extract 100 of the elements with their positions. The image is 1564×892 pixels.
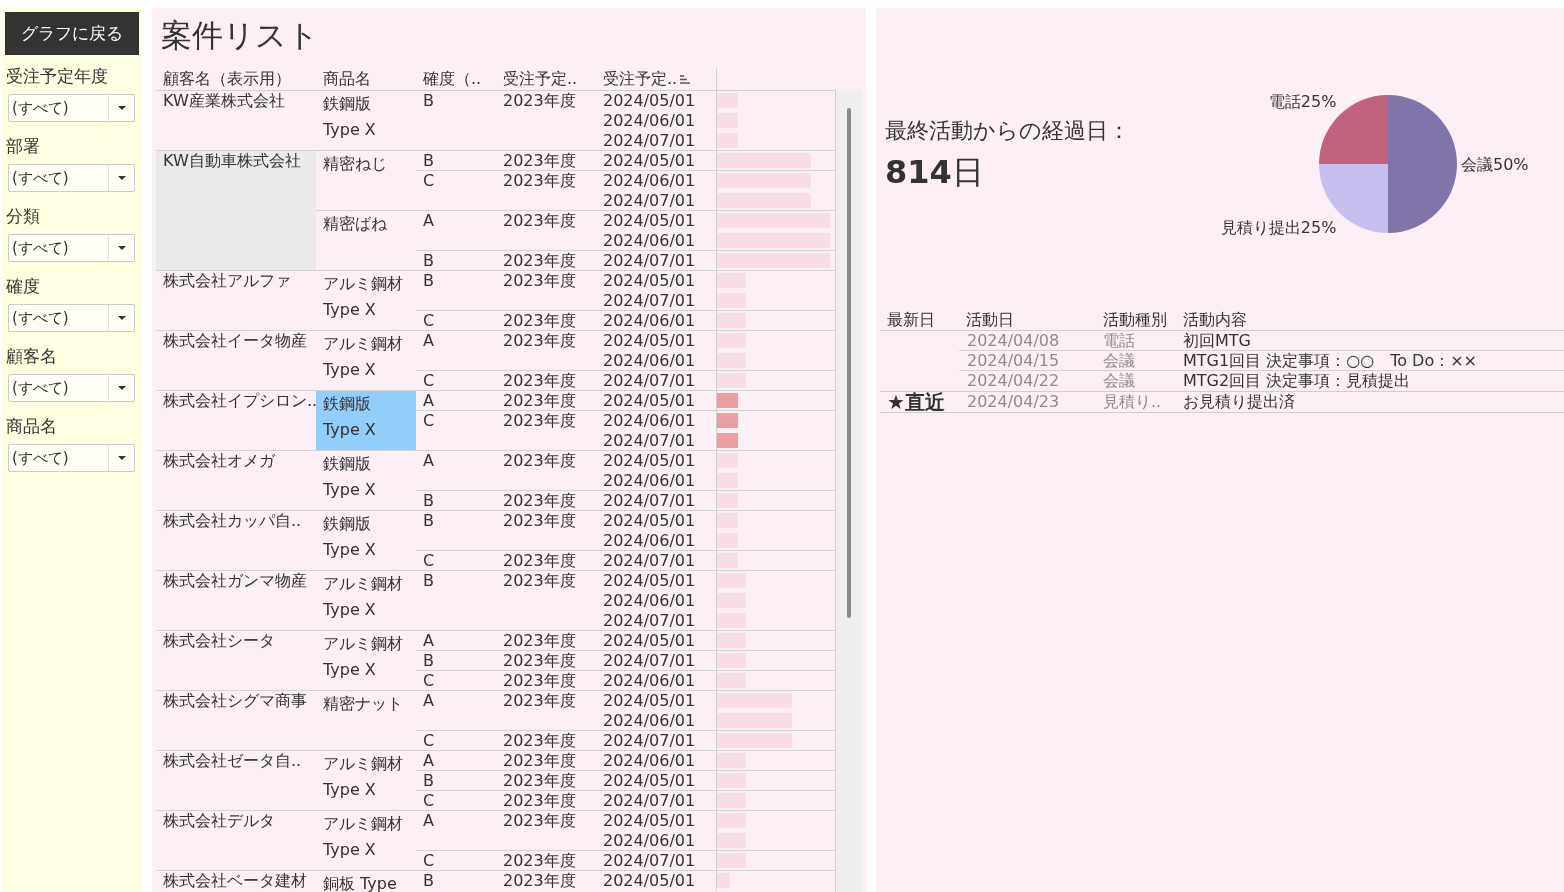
filter-dropdown[interactable]: (すべて) (8, 94, 135, 122)
order-date: 2024/07/01 (603, 251, 696, 270)
certainty-grade: C (423, 671, 435, 690)
certainty-grade: A (423, 331, 434, 350)
activity-date: 2024/04/08 (967, 331, 1060, 350)
order-date: 2024/05/01 (603, 571, 696, 590)
fiscal-year: 2023年度 (503, 751, 576, 770)
certainty-grade: A (423, 631, 434, 650)
activity-type: 電話 (1103, 331, 1135, 350)
certainty-grade: C (423, 311, 435, 330)
fiscal-year: 2023年度 (503, 311, 576, 330)
slice-label: 電話 (1268, 91, 1301, 111)
fiscal-year: 2023年度 (503, 871, 576, 890)
activity-type: 会議 (1103, 371, 1135, 390)
order-date: 2024/06/01 (603, 111, 696, 130)
filter-dropdown[interactable]: (すべて) (8, 444, 135, 472)
customer-name: 株式会社イータ物産 (163, 331, 307, 350)
order-date: 2024/05/01 (603, 451, 696, 470)
customer-name: 株式会社シータ (163, 631, 275, 650)
product-name: アルミ鋼材 Type X (323, 334, 403, 379)
filter-dropdown[interactable]: (すべて) (8, 164, 135, 192)
certainty-grade: B (423, 251, 434, 270)
order-date: 2024/07/01 (603, 291, 696, 310)
order-date: 2024/05/01 (603, 91, 696, 110)
slice-percentage: 50% (1493, 154, 1529, 174)
certainty-grade: B (423, 771, 434, 790)
order-date: 2024/05/01 (603, 871, 696, 890)
order-date: 2024/05/01 (603, 391, 696, 410)
order-date: 2024/07/01 (603, 731, 696, 750)
fiscal-year: 2023年度 (503, 451, 576, 470)
filter-dropdown[interactable]: (すべて) (8, 304, 135, 332)
product-name: 鉄鋼版 Type X (323, 394, 376, 439)
column-header[interactable]: 最新日 (887, 310, 935, 329)
certainty-grade: C (423, 411, 435, 430)
scrollbar-thumb[interactable] (847, 108, 851, 618)
column-header[interactable]: 活動日 (966, 310, 1014, 329)
certainty-grade: B (423, 91, 434, 110)
order-date: 2024/06/01 (603, 351, 696, 370)
order-date: 2024/05/01 (603, 811, 696, 830)
order-date: 2024/06/01 (603, 411, 696, 430)
caret-icon (117, 176, 126, 180)
order-date: 2024/06/01 (603, 751, 696, 770)
caret-icon (117, 386, 126, 390)
product-name: 精密ねじ (323, 154, 387, 173)
customer-name: KW自動車株式会社 (163, 151, 301, 170)
customer-name: 株式会社ガンマ物産 (163, 571, 307, 590)
order-date: 2024/05/01 (603, 271, 696, 290)
column-header[interactable]: 活動種別 (1103, 310, 1167, 329)
customer-name: 株式会社イプシロン.. (163, 391, 318, 410)
product-name: 鉄鋼版 Type X (323, 94, 376, 139)
filter-label: 受注予定年度 (6, 66, 108, 86)
column-header[interactable]: 顧客名（表示用） (163, 68, 291, 90)
certainty-grade: B (423, 271, 434, 290)
order-date: 2024/06/01 (603, 591, 696, 610)
order-date: 2024/06/01 (603, 171, 696, 190)
certainty-grade: A (423, 391, 434, 410)
certainty-grade: B (423, 871, 434, 890)
order-date: 2024/06/01 (603, 231, 696, 250)
fiscal-year: 2023年度 (503, 331, 576, 350)
column-header[interactable]: 受注予定.. (603, 68, 678, 90)
column-header[interactable]: 活動内容 (1183, 310, 1247, 329)
activity-date: 2024/04/23 (967, 392, 1060, 411)
product-name: アルミ鋼材 Type X (323, 274, 403, 319)
order-date: 2024/06/01 (603, 471, 696, 490)
certainty-grade: B (423, 651, 434, 670)
order-date: 2024/07/01 (603, 651, 696, 670)
order-date: 2024/07/01 (603, 491, 696, 510)
fiscal-year: 2023年度 (503, 551, 576, 570)
order-date: 2024/06/01 (603, 831, 696, 850)
certainty-grade: B (423, 491, 434, 510)
column-header[interactable]: 受注予定.. (503, 68, 578, 90)
fiscal-year: 2023年度 (503, 151, 576, 170)
fiscal-year: 2023年度 (503, 691, 576, 710)
fiscal-year: 2023年度 (503, 571, 576, 590)
order-date: 2024/05/01 (603, 511, 696, 530)
certainty-grade: C (423, 171, 435, 190)
fiscal-year: 2023年度 (503, 731, 576, 750)
fiscal-year: 2023年度 (503, 391, 576, 410)
sort-icon[interactable] (680, 74, 691, 84)
latest-marker: ★直近 (887, 392, 945, 412)
certainty-grade: A (423, 211, 434, 230)
back-button[interactable]: グラフに戻る (5, 12, 139, 55)
activity-content: MTG1回目 決定事項：○○ To Do：×× (1183, 351, 1477, 370)
filter-dropdown[interactable]: (すべて) (8, 234, 135, 262)
column-header[interactable]: 商品名 (323, 68, 371, 90)
fiscal-year: 2023年度 (503, 371, 576, 390)
slice-label: 会議 (1461, 154, 1493, 174)
panel-title: 案件リスト (161, 16, 319, 55)
filter-label: 商品名 (6, 416, 57, 436)
column-header[interactable]: 確度（.. (423, 68, 482, 90)
certainty-grade: C (423, 851, 435, 870)
activity-type: 見積り.. (1103, 392, 1162, 411)
selected-cell[interactable]: 鉄鋼版 Type X (316, 391, 416, 451)
order-date: 2024/05/01 (603, 771, 696, 790)
filter-dropdown[interactable]: (すべて) (8, 374, 135, 402)
fiscal-year: 2023年度 (503, 271, 576, 290)
product-name: 銅板 Type (323, 874, 397, 892)
fiscal-year: 2023年度 (503, 491, 576, 510)
caret-icon (117, 106, 126, 110)
certainty-grade: A (423, 691, 434, 710)
